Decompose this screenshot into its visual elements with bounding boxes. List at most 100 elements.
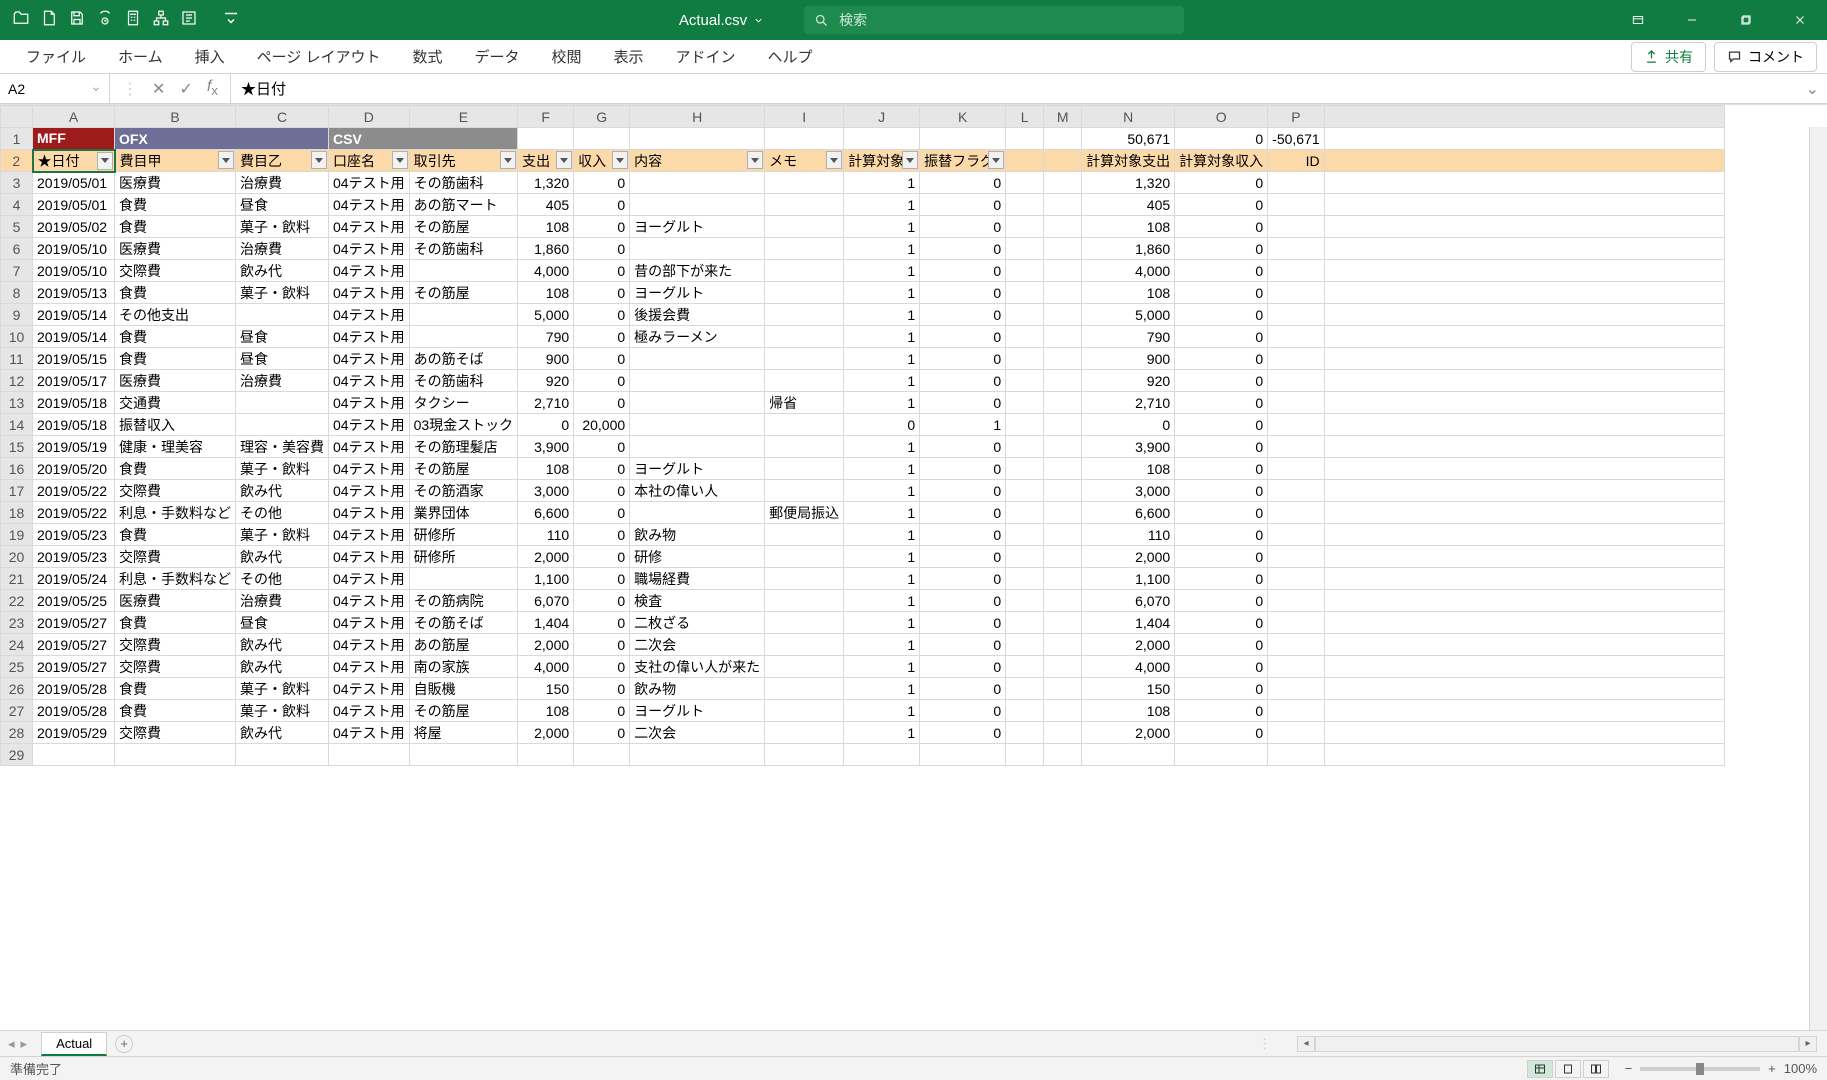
- cell[interactable]: 1: [844, 700, 920, 722]
- cell[interactable]: 2,000: [1082, 546, 1175, 568]
- calc-icon[interactable]: [124, 9, 142, 32]
- cell[interactable]: 0: [574, 194, 630, 216]
- column-header[interactable]: D: [329, 106, 410, 128]
- filter-cell[interactable]: メモ: [765, 150, 844, 172]
- cell[interactable]: 2,710: [1082, 392, 1175, 414]
- cell[interactable]: 0: [920, 304, 1006, 326]
- cell[interactable]: 04テスト用: [329, 436, 410, 458]
- cell[interactable]: [1044, 612, 1082, 634]
- cell[interactable]: 飲み代: [236, 480, 329, 502]
- cell[interactable]: 0: [920, 392, 1006, 414]
- cell[interactable]: 二枚ざる: [630, 612, 765, 634]
- cell[interactable]: [1006, 502, 1044, 524]
- cell[interactable]: 5,000: [1082, 304, 1175, 326]
- cell[interactable]: [765, 172, 844, 194]
- cell[interactable]: 0: [1175, 700, 1268, 722]
- cell[interactable]: [518, 744, 574, 766]
- form-icon[interactable]: [180, 9, 198, 32]
- cell[interactable]: 4,000: [518, 260, 574, 282]
- cell[interactable]: [1044, 678, 1082, 700]
- cell[interactable]: 3,900: [1082, 436, 1175, 458]
- cell[interactable]: 治療費: [236, 172, 329, 194]
- cell[interactable]: 0: [920, 172, 1006, 194]
- cell[interactable]: 2019/05/15: [33, 348, 115, 370]
- row-header[interactable]: 14: [1, 414, 33, 436]
- cell[interactable]: [1006, 458, 1044, 480]
- cell[interactable]: 菓子・飲料: [236, 216, 329, 238]
- tab-next-icon[interactable]: ▸: [21, 1036, 28, 1052]
- cell[interactable]: その筋屋: [409, 282, 518, 304]
- cell[interactable]: 1: [844, 326, 920, 348]
- cell[interactable]: 6,600: [1082, 502, 1175, 524]
- cell[interactable]: 南の家族: [409, 656, 518, 678]
- cell[interactable]: 108: [518, 700, 574, 722]
- cell[interactable]: [236, 304, 329, 326]
- cell[interactable]: その筋屋: [409, 700, 518, 722]
- cell[interactable]: 2,710: [518, 392, 574, 414]
- cell[interactable]: 0: [1175, 458, 1268, 480]
- cell[interactable]: 0: [920, 216, 1006, 238]
- cell[interactable]: [765, 612, 844, 634]
- cell[interactable]: [1006, 656, 1044, 678]
- cell[interactable]: 2,000: [1082, 722, 1175, 744]
- cell[interactable]: 支社の偉い人が来た: [630, 656, 765, 678]
- cell[interactable]: 0: [574, 722, 630, 744]
- cell[interactable]: あの筋そば: [409, 348, 518, 370]
- cell[interactable]: 04テスト用: [329, 414, 410, 436]
- qat-customize-icon[interactable]: [222, 9, 240, 32]
- cell[interactable]: 飲み物: [630, 678, 765, 700]
- cell[interactable]: 食費: [115, 678, 236, 700]
- cell[interactable]: 03現金ストック: [409, 414, 518, 436]
- cell[interactable]: [630, 194, 765, 216]
- cell[interactable]: 790: [1082, 326, 1175, 348]
- row-header[interactable]: 3: [1, 172, 33, 194]
- cell[interactable]: [1044, 700, 1082, 722]
- cell[interactable]: 0: [1175, 480, 1268, 502]
- cell[interactable]: [1268, 678, 1324, 700]
- column-header[interactable]: L: [1006, 106, 1044, 128]
- cell[interactable]: 飲み代: [236, 546, 329, 568]
- column-header[interactable]: C: [236, 106, 329, 128]
- row-header[interactable]: 7: [1, 260, 33, 282]
- cell[interactable]: [329, 744, 410, 766]
- ribbon-tab[interactable]: ページ レイアウト: [241, 40, 397, 73]
- cell[interactable]: [1268, 370, 1324, 392]
- cell[interactable]: その筋病院: [409, 590, 518, 612]
- row-header[interactable]: 20: [1, 546, 33, 568]
- cell[interactable]: 交際費: [115, 656, 236, 678]
- cell[interactable]: [1268, 392, 1324, 414]
- cell[interactable]: [1006, 524, 1044, 546]
- filter-cell[interactable]: 計算対象収入: [1175, 150, 1268, 172]
- cell[interactable]: 04テスト用: [329, 194, 410, 216]
- horizontal-scrollbar[interactable]: [1315, 1036, 1799, 1052]
- cell[interactable]: 医療費: [115, 172, 236, 194]
- cell[interactable]: 0: [920, 238, 1006, 260]
- row-header[interactable]: 9: [1, 304, 33, 326]
- row-header[interactable]: 22: [1, 590, 33, 612]
- cell[interactable]: 0: [1175, 722, 1268, 744]
- ribbon-tab[interactable]: データ: [458, 40, 535, 73]
- cell[interactable]: [1044, 524, 1082, 546]
- cell[interactable]: [1044, 216, 1082, 238]
- cell[interactable]: 将屋: [409, 722, 518, 744]
- cell[interactable]: [1044, 656, 1082, 678]
- row-header[interactable]: 25: [1, 656, 33, 678]
- cell[interactable]: [630, 744, 765, 766]
- cell[interactable]: 0: [574, 370, 630, 392]
- cell[interactable]: ヨーグルト: [630, 458, 765, 480]
- row-header[interactable]: 29: [1, 744, 33, 766]
- row-header[interactable]: 16: [1, 458, 33, 480]
- cell[interactable]: [765, 546, 844, 568]
- cell[interactable]: 04テスト用: [329, 656, 410, 678]
- cell[interactable]: 0: [920, 700, 1006, 722]
- row-header[interactable]: 26: [1, 678, 33, 700]
- cell[interactable]: 04テスト用: [329, 634, 410, 656]
- row-header[interactable]: 28: [1, 722, 33, 744]
- row-header[interactable]: 10: [1, 326, 33, 348]
- cell[interactable]: 0: [1175, 194, 1268, 216]
- cell[interactable]: 0: [1175, 568, 1268, 590]
- cell[interactable]: [765, 348, 844, 370]
- cell[interactable]: 0: [574, 326, 630, 348]
- cell[interactable]: 20,000: [574, 414, 630, 436]
- cell[interactable]: [630, 502, 765, 524]
